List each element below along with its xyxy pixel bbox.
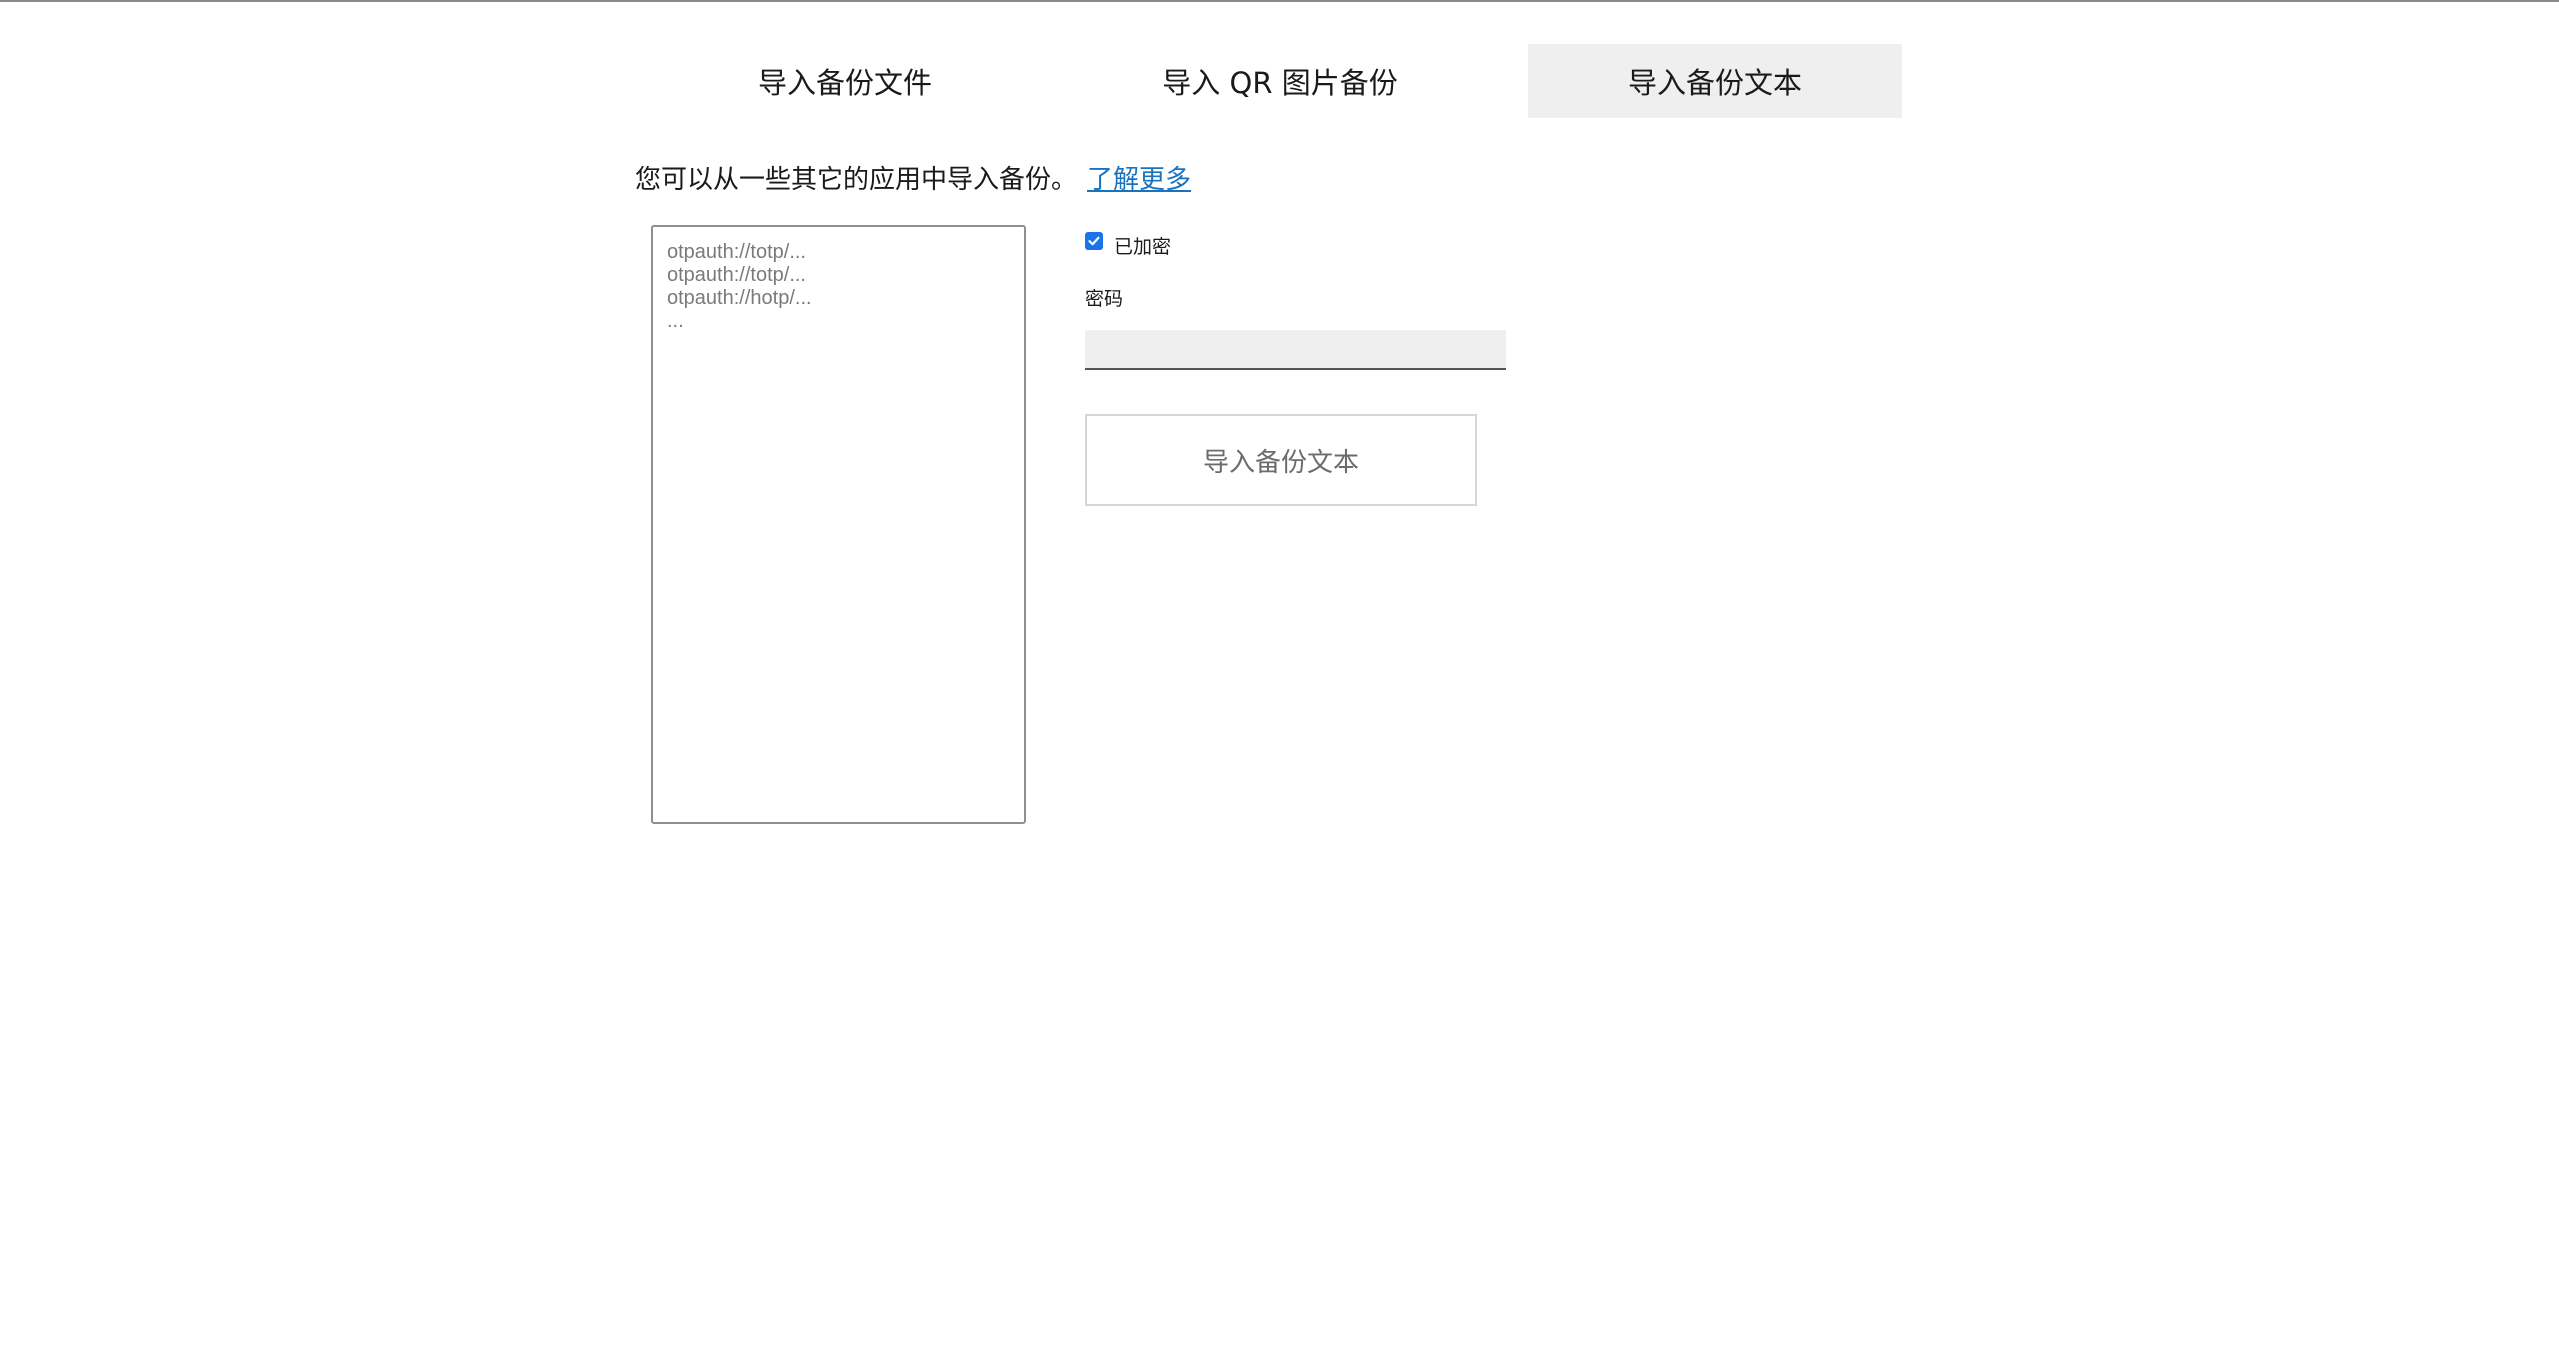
tab-import-qr-image-backup[interactable]: 导入 QR 图片备份 (1093, 44, 1467, 118)
encrypted-label: 已加密 (1114, 235, 1172, 258)
backup-text-area[interactable] (651, 225, 1026, 824)
checkmark-icon (1088, 236, 1100, 246)
top-divider (0, 0, 2559, 2)
intro-description: 您可以从一些其它的应用中导入备份。 (635, 165, 1078, 195)
tab-import-backup-file[interactable]: 导入备份文件 (658, 44, 1032, 118)
import-backup-text-button[interactable]: 导入备份文本 (1085, 414, 1477, 506)
intro-text: 您可以从一些其它的应用中导入备份。 了解更多 (635, 162, 1191, 198)
learn-more-link[interactable]: 了解更多 (1087, 165, 1191, 195)
encrypted-checkbox[interactable] (1085, 232, 1103, 250)
password-input[interactable] (1085, 330, 1506, 370)
import-tabs: 导入备份文件 导入 QR 图片备份 导入备份文本 (0, 44, 2559, 118)
password-label: 密码 (1085, 288, 1124, 310)
tab-import-backup-text[interactable]: 导入备份文本 (1528, 44, 1902, 118)
encrypted-option: 已加密 (1085, 228, 1171, 258)
